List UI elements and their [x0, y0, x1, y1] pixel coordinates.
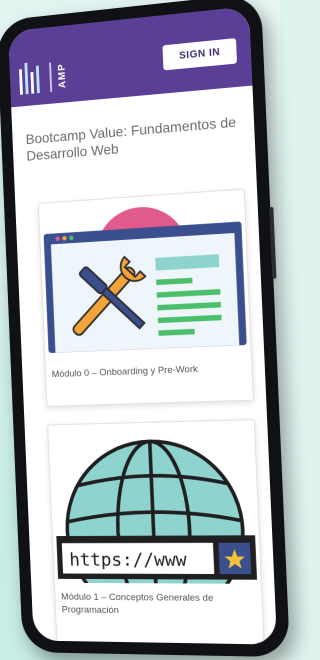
logo-mark-icon: [19, 62, 40, 95]
logo-text: AMP: [56, 63, 69, 89]
sign-in-button[interactable]: SIGN IN: [162, 38, 238, 71]
logo-divider: [49, 62, 53, 92]
phone-screen: AMP SIGN IN Bootcamp Value: Fundamentos …: [8, 6, 278, 645]
app-logo[interactable]: AMP: [19, 59, 69, 97]
globe-icon: https://www: [48, 427, 261, 584]
header-bar: AMP SIGN IN: [8, 6, 253, 108]
url-text: https://www: [69, 550, 187, 571]
page-title: Bootcamp Value: Fundamentos de Desarroll…: [25, 113, 237, 164]
tools-icon: [39, 197, 251, 354]
phone-frame: AMP SIGN IN Bootcamp Value: Fundamentos …: [0, 0, 291, 658]
module-card-1[interactable]: https://www Módulo 1 – Conceptos General…: [47, 419, 265, 645]
module-card-0[interactable]: Módulo 0 – Onboarding y Pre-Work: [37, 188, 254, 407]
module-label-1: Módulo 1 – Conceptos Generales de Progra…: [60, 591, 214, 617]
